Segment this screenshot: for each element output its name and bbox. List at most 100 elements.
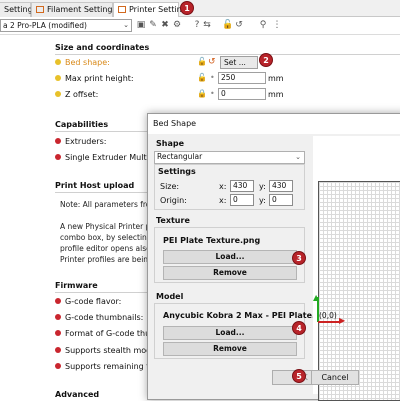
gcode-flavor-row: G-code flavor:: [55, 297, 121, 306]
question-icon[interactable]: ?: [192, 20, 202, 30]
gear-icon[interactable]: ⚙: [172, 20, 182, 30]
status-dot-icon: [55, 59, 61, 65]
printer-preset-combo[interactable]: a 2 Pro-PLA (modified) ⌄: [0, 19, 132, 32]
status-dot-icon: [55, 363, 61, 369]
bed-shape-label: Bed shape:: [65, 58, 110, 67]
print-host-section-title: Print Host upload: [55, 181, 135, 190]
dot-icon: •: [210, 73, 215, 82]
bed-shape-row: Bed shape:: [55, 58, 110, 67]
extruders-row: Extruders:: [55, 137, 106, 146]
step-badge-2: 2: [259, 53, 273, 67]
bed-shape-dialog: Bed Shape Shape Rectangular ⌄ Settings S…: [147, 113, 400, 401]
shape-select[interactable]: Rectangular ⌄: [154, 151, 305, 164]
max-print-height-row: Max print height:: [55, 74, 134, 83]
texture-file-name: PEI Plate Texture.png: [163, 236, 261, 245]
capabilities-section-title: Capabilities: [55, 120, 109, 129]
bed-grid: [318, 181, 400, 401]
note-text: Note: All parameters from: [60, 200, 158, 209]
max-print-height-field[interactable]: 250: [218, 72, 266, 84]
origin-marker: (0,0): [319, 311, 337, 320]
dot-icon: •: [210, 89, 215, 98]
advanced-section-title: Advanced: [55, 390, 100, 399]
gcode-thumbnails-row: G-code thumbnails:: [55, 313, 143, 322]
y-arrow-head-icon: ▲: [313, 293, 320, 302]
note-text: A new Physical Printer pro: [60, 222, 158, 231]
step-badge-4: 4: [292, 321, 306, 335]
shape-label: Shape: [156, 139, 185, 148]
settings-dots-icon[interactable]: ⋮: [272, 20, 282, 30]
settings-label: Settings: [158, 167, 196, 176]
status-dot-icon: [55, 314, 61, 320]
dialog-title: Bed Shape: [148, 114, 400, 134]
save-icon[interactable]: ▣: [136, 20, 146, 30]
origin-y-field[interactable]: 0: [269, 194, 293, 206]
z-offset-label: Z offset:: [65, 90, 99, 99]
section-divider: [55, 131, 147, 132]
step-badge-3: 3: [292, 251, 306, 265]
lock-icon[interactable]: 🔓: [222, 20, 233, 30]
size-y-label: y:: [259, 182, 266, 191]
delete-icon[interactable]: ✖: [160, 20, 170, 30]
step-badge-5: 5: [292, 369, 306, 383]
shape-value: Rectangular: [157, 152, 203, 161]
tab-label: Filament Settings: [47, 5, 117, 14]
origin-label: Origin:: [160, 196, 187, 205]
filament-icon: [36, 6, 44, 13]
note-text: combo box, by selecting t: [60, 233, 157, 242]
section-divider: [55, 292, 147, 293]
status-dot-icon: [55, 154, 61, 160]
compare-icon[interactable]: ⇆: [202, 20, 212, 30]
stealth-mode-label: Supports stealth mode:: [65, 346, 159, 355]
size-x-field[interactable]: 430: [230, 180, 254, 192]
status-dot-icon: [55, 298, 61, 304]
x-arrow-head-icon: ▶: [339, 316, 346, 325]
section-divider: [55, 192, 147, 193]
note-text: profile editor opens also v: [60, 244, 158, 253]
status-dot-icon: [55, 330, 61, 336]
gcode-flavor-label: G-code flavor:: [65, 297, 122, 306]
model-file-name: Anycubic Kobra 2 Max - PEI Plate.stl: [163, 311, 327, 320]
texture-label: Texture: [156, 216, 190, 225]
note-text: Printer profiles are being s: [60, 255, 160, 264]
search-icon[interactable]: ⚲: [258, 20, 268, 30]
undo-icon[interactable]: ↺: [208, 57, 216, 67]
extruders-label: Extruders:: [65, 137, 107, 146]
status-dot-icon: [55, 138, 61, 144]
tab-filament-settings[interactable]: Filament Settings: [31, 2, 117, 17]
model-load-button[interactable]: Load...: [163, 326, 297, 340]
stealth-mode-row: Supports stealth mode:: [55, 346, 159, 355]
size-label: Size:: [160, 182, 180, 191]
cancel-button[interactable]: Cancel: [311, 370, 359, 385]
texture-load-button[interactable]: Load...: [163, 250, 297, 264]
origin-x-field[interactable]: 0: [230, 194, 254, 206]
unit-label: mm: [268, 90, 284, 99]
set-button-label: Set ...: [224, 58, 246, 67]
origin-x-label: x:: [219, 196, 227, 205]
x-axis-arrow: [318, 321, 340, 323]
status-dot-icon: [55, 75, 61, 81]
preset-value: a 2 Pro-PLA (modified): [3, 21, 87, 30]
size-y-field[interactable]: 430: [269, 180, 293, 192]
edit-icon[interactable]: ✎: [148, 20, 158, 30]
chevron-down-icon: ⌄: [123, 21, 129, 29]
section-divider: [55, 54, 400, 55]
size-section-title: Size and coordinates: [55, 43, 150, 52]
tab-print-settings[interactable]: Settings: [0, 2, 37, 17]
undo-icon[interactable]: ↺: [234, 20, 244, 30]
model-remove-button[interactable]: Remove: [163, 342, 297, 356]
status-dot-icon: [55, 347, 61, 353]
texture-remove-button[interactable]: Remove: [163, 266, 297, 280]
tab-printer-settings[interactable]: Printer Settings: [113, 2, 191, 18]
unit-label: mm: [268, 74, 284, 83]
printer-icon: [118, 6, 126, 13]
lock-icon[interactable]: 🔓: [197, 73, 207, 82]
z-offset-field[interactable]: 0: [218, 88, 266, 100]
max-print-height-label: Max print height:: [65, 74, 134, 83]
gcode-thumbnails-label: G-code thumbnails:: [65, 313, 144, 322]
lock-closed-icon[interactable]: 🔒: [197, 89, 207, 98]
model-label: Model: [156, 292, 184, 301]
size-x-label: x:: [219, 182, 227, 191]
lock-icon[interactable]: 🔓: [197, 57, 207, 66]
chevron-down-icon: ⌄: [295, 153, 301, 161]
bed-shape-set-button[interactable]: Set ...: [220, 56, 258, 69]
